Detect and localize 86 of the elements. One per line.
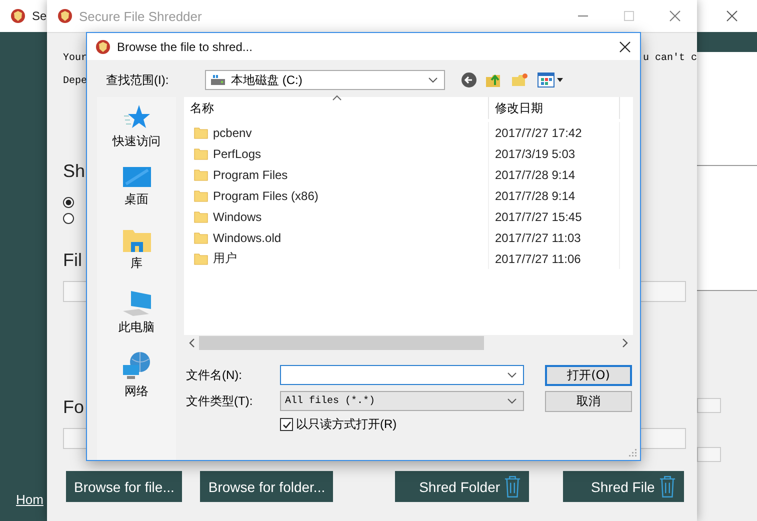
window-title: Se	[32, 9, 47, 23]
input-field[interactable]	[697, 447, 721, 462]
shield-icon	[57, 8, 73, 24]
file-row[interactable]: PerfLogs 2017/3/19 5:03	[184, 143, 633, 164]
checkbox[interactable]	[280, 418, 293, 431]
file-row[interactable]: Program Files 2017/7/28 9:14	[184, 164, 633, 185]
network-icon	[120, 351, 152, 381]
chevron-down-icon	[428, 77, 438, 83]
folder-icon	[194, 210, 208, 222]
checkbox-label: 以只读方式打开(R)	[296, 416, 397, 433]
radio-button[interactable]	[63, 197, 74, 208]
window-title: Secure File Shredder	[79, 8, 202, 24]
section-heading: Fo	[63, 397, 84, 418]
header-band	[697, 32, 757, 52]
home-link[interactable]: Hom	[16, 492, 44, 507]
chevron-down-icon	[507, 372, 517, 378]
chevron-down-icon	[507, 398, 517, 404]
file-row[interactable]: Program Files (x86) 2017/7/28 9:14	[184, 185, 633, 206]
folder-icon	[122, 227, 152, 253]
chevron-left-icon[interactable]	[189, 338, 195, 348]
close-icon[interactable]	[619, 41, 631, 53]
modified-date: 2017/3/19 5:03	[489, 143, 620, 164]
input-field[interactable]	[697, 398, 721, 413]
intro-text: Your	[63, 53, 88, 66]
desktop-icon	[122, 165, 152, 189]
drive-icon	[210, 74, 226, 86]
shield-icon	[10, 8, 26, 24]
column-header[interactable]: 修改日期	[489, 97, 620, 119]
file-name-label: 文件名(N):	[186, 366, 243, 384]
browse-button[interactable]: Browse for folder...	[200, 471, 334, 502]
place-item[interactable]: 网络	[120, 351, 152, 407]
folder-icon	[194, 148, 208, 160]
view-menu-icon[interactable]	[537, 72, 563, 88]
file-row[interactable]: Windows 2017/7/27 15:45	[184, 206, 633, 227]
open-button[interactable]: 打开(O)	[545, 364, 632, 386]
place-item[interactable]: 此电脑	[118, 289, 154, 345]
file-row[interactable]: pcbenv 2017/7/27 17:42	[184, 122, 633, 143]
place-item[interactable]: 库	[122, 227, 152, 283]
file-type-label: 文件类型(T):	[186, 392, 254, 410]
file-name: Windows.old	[213, 230, 282, 244]
shield-icon	[95, 38, 111, 54]
column-header[interactable]: 名称	[184, 97, 489, 119]
close-icon[interactable]	[726, 10, 738, 22]
modified-date: 2017/7/27 11:03	[489, 227, 620, 248]
trash-icon	[504, 475, 522, 498]
resize-grip-icon[interactable]	[629, 449, 637, 457]
trash-icon	[658, 475, 676, 498]
modified-date: 2017/7/27 11:06	[489, 248, 620, 269]
file-name: pcbenv	[213, 126, 252, 140]
intro-text: u can't c	[642, 53, 697, 66]
shred-button[interactable]: Shred File	[563, 471, 684, 502]
section-heading: Sh	[63, 161, 86, 182]
folder-icon	[194, 252, 208, 264]
computer-icon	[120, 289, 152, 317]
new-folder-icon[interactable]	[511, 72, 529, 88]
star-icon	[122, 103, 150, 131]
folder-icon	[194, 168, 208, 180]
place-item[interactable]: 快速访问	[112, 103, 160, 159]
file-row[interactable]: Windows.old 2017/7/27 11:03	[184, 227, 633, 248]
modified-date: 2017/7/27 15:45	[489, 206, 620, 227]
file-name: Windows	[213, 210, 262, 224]
intro-text: Depe	[63, 76, 88, 89]
look-in-label: 查找范围(I):	[105, 72, 170, 88]
section-heading: Fil	[63, 250, 82, 271]
browse-button[interactable]: Browse for file...	[66, 471, 182, 502]
look-in-dropdown[interactable]: 本地磁盘 (C:)	[205, 70, 445, 90]
modified-date: 2017/7/28 9:14	[489, 185, 620, 206]
scrollbar-thumb[interactable]	[199, 336, 484, 350]
folder-icon	[194, 190, 208, 202]
file-name: Program Files (x86)	[213, 188, 318, 202]
file-row[interactable]: 用户 2017/7/27 11:06	[184, 248, 633, 269]
dialog-title: Browse the file to shred...	[117, 40, 252, 54]
file-name: 用户	[213, 250, 237, 267]
file-name: Program Files	[213, 168, 288, 182]
chevron-right-icon[interactable]	[622, 338, 628, 348]
file-name-field[interactable]	[280, 365, 524, 385]
folder-icon	[194, 232, 208, 244]
place-item[interactable]: 桌面	[122, 165, 152, 221]
file-type-dropdown[interactable]: All files (*.*)	[280, 391, 524, 411]
modified-date: 2017/7/27 17:42	[489, 122, 620, 143]
radio-button[interactable]	[63, 213, 74, 224]
cancel-button[interactable]: 取消	[545, 390, 632, 412]
folder-icon	[194, 126, 208, 138]
modified-date: 2017/7/28 9:14	[489, 164, 620, 185]
shred-button[interactable]: Shred Folder	[395, 471, 530, 502]
file-name: PerfLogs	[213, 146, 262, 160]
